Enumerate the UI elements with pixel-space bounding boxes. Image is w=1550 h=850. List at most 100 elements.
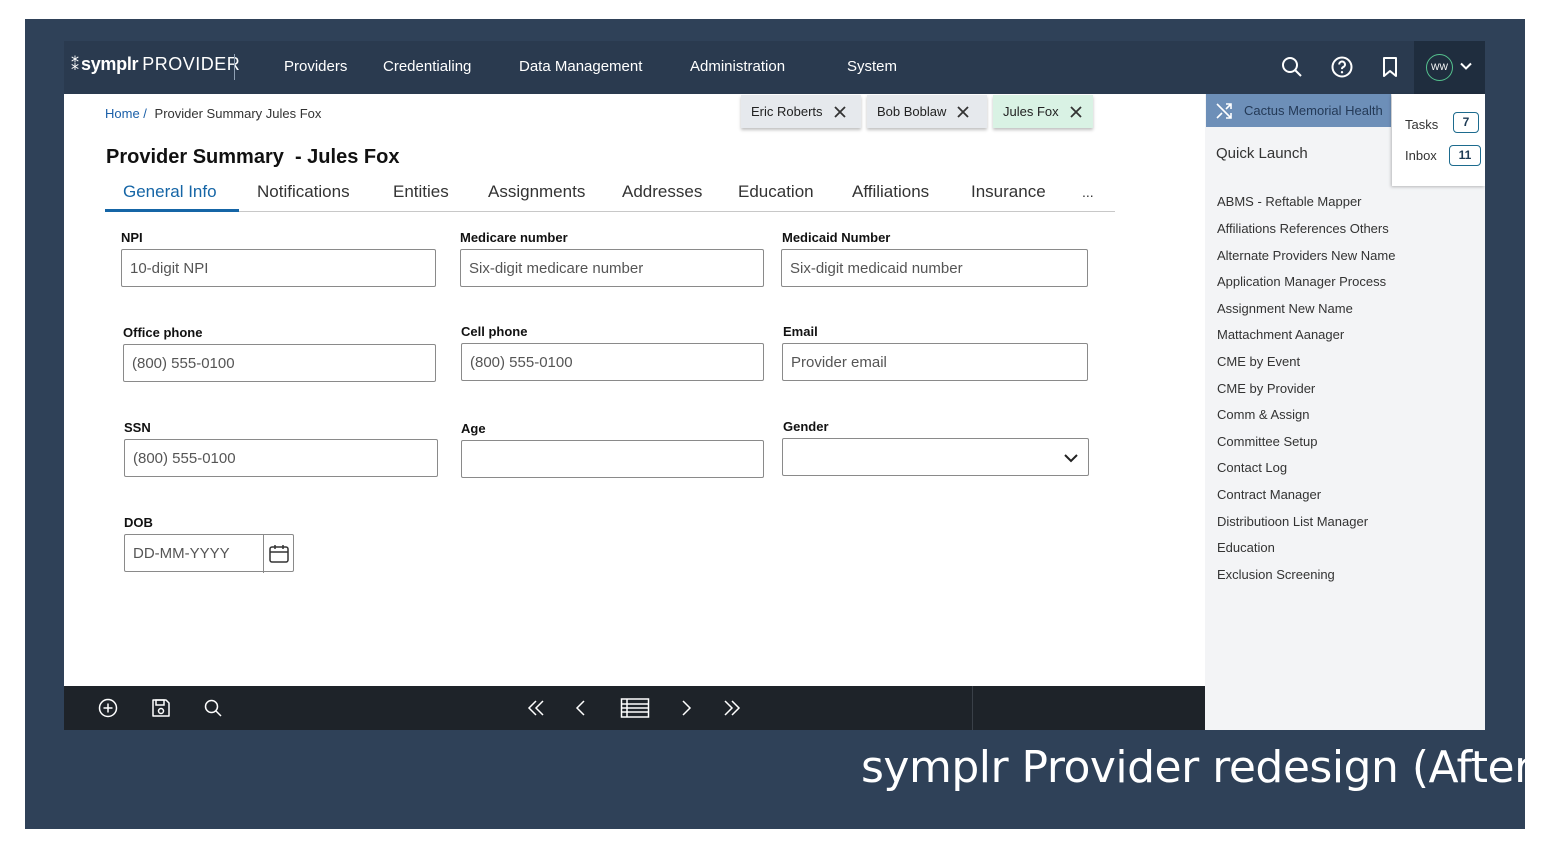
open-tab-label: Eric Roberts <box>751 104 823 119</box>
dob-placeholder: DD-MM-YYYY <box>133 544 230 562</box>
quick-launch-item[interactable]: Alternate Providers New Name <box>1217 248 1395 263</box>
calendar-icon <box>268 545 289 563</box>
quick-launch-item[interactable]: Contact Log <box>1217 460 1287 475</box>
add-icon[interactable] <box>97 697 119 719</box>
help-icon[interactable] <box>1330 55 1354 79</box>
nav-data-management[interactable]: Data Management <box>519 58 642 75</box>
organization-name: Cactus Memorial Health <box>1244 103 1383 118</box>
ssn-label: SSN <box>124 420 151 435</box>
close-icon[interactable] <box>833 105 847 119</box>
gender-label: Gender <box>783 419 829 434</box>
email-label: Email <box>783 324 818 339</box>
tab-notifications[interactable]: Notifications <box>257 182 350 202</box>
quick-launch-item[interactable]: Exclusion Screening <box>1217 567 1335 582</box>
tab-affiliations[interactable]: Affiliations <box>852 182 929 202</box>
dob-label: DOB <box>124 515 153 530</box>
quick-launch-item[interactable]: Committee Setup <box>1217 434 1317 449</box>
quick-launch-item[interactable]: Contract Manager <box>1217 487 1321 502</box>
tab-insurance[interactable]: Insurance <box>971 182 1046 202</box>
user-menu[interactable]: WW <box>1414 41 1485 94</box>
cell-phone-field[interactable]: (800) 555-0100 <box>461 343 764 381</box>
ssn-field[interactable]: (800) 555-0100 <box>124 439 438 477</box>
page-title: Provider Summary - Jules Fox <box>106 146 400 168</box>
last-page-icon[interactable] <box>721 697 743 719</box>
open-tab-label: Bob Boblaw <box>877 104 947 119</box>
quick-launch-item[interactable]: Comm & Assign <box>1217 407 1309 422</box>
breadcrumb-home-link[interactable]: Home / <box>105 106 147 121</box>
chevron-down-icon[interactable] <box>1459 59 1473 73</box>
avatar[interactable]: WW <box>1426 54 1453 81</box>
tab-entities[interactable]: Entities <box>393 182 449 202</box>
tab-general-info[interactable]: General Info <box>123 182 217 202</box>
chevron-down-icon[interactable] <box>1062 449 1080 467</box>
tab-addresses[interactable]: Addresses <box>622 182 702 202</box>
top-navigation-bar: ⁑ symplr PROVIDER Providers Credentialin… <box>64 41 1485 94</box>
quick-launch-item[interactable]: Distributioon List Manager <box>1217 514 1368 529</box>
office-phone-field[interactable]: (800) 555-0100 <box>123 344 436 382</box>
first-page-icon[interactable] <box>525 697 547 719</box>
close-icon[interactable] <box>1069 105 1083 119</box>
quick-launch-item[interactable]: ABMS - Reftable Mapper <box>1217 194 1362 209</box>
medicare-label: Medicare number <box>460 230 568 245</box>
logo-brand: symplr <box>81 54 139 74</box>
quick-launch-title: Quick Launch <box>1216 145 1308 162</box>
app-window: ⁑ symplr PROVIDER Providers Credentialin… <box>64 41 1485 730</box>
npi-label: NPI <box>121 230 143 245</box>
office-phone-label: Office phone <box>123 325 203 340</box>
nav-credentialing[interactable]: Credentialing <box>383 58 471 75</box>
tab-more[interactable]: ... <box>1082 184 1094 200</box>
medicare-number-field[interactable]: Six-digit medicare number <box>460 249 764 287</box>
close-icon[interactable] <box>956 105 970 119</box>
inbox-count-badge[interactable]: 11 <box>1449 145 1481 166</box>
main-content: Home / Provider Summary Jules Fox Eric R… <box>64 94 1205 686</box>
age-field[interactable] <box>461 440 764 478</box>
slide-caption: symplr Provider redesign (After) <box>861 742 1549 793</box>
provider-tabs: General Info Notifications Entities Assi… <box>105 176 1115 212</box>
list-view-icon[interactable] <box>620 697 650 719</box>
open-provider-tab-bob-boblaw[interactable]: Bob Boblaw <box>867 95 987 128</box>
logo-product: PROVIDER <box>142 54 241 74</box>
medicaid-label: Medicaid Number <box>782 230 891 245</box>
date-picker-button[interactable] <box>263 535 293 573</box>
bottom-toolbar <box>64 686 1205 730</box>
medicaid-number-field[interactable]: Six-digit medicaid number <box>781 249 1088 287</box>
nav-providers[interactable]: Providers <box>284 58 347 75</box>
tasks-link[interactable]: Tasks <box>1405 117 1438 132</box>
symplr-provider-logo[interactable]: ⁑ symplr PROVIDER <box>71 54 240 75</box>
nav-system[interactable]: System <box>847 58 897 75</box>
active-tab-indicator <box>105 209 239 212</box>
toolbar-divider <box>972 686 973 730</box>
npi-field[interactable]: 10-digit NPI <box>121 249 436 287</box>
quick-launch-item[interactable]: Education <box>1217 540 1275 555</box>
quick-launch-item[interactable]: CME by Event <box>1217 354 1300 369</box>
quick-launch-item[interactable]: Affiliations References Others <box>1217 221 1389 236</box>
search-icon[interactable] <box>202 697 224 719</box>
quick-launch-item[interactable]: Application Manager Process <box>1217 274 1386 289</box>
tasks-count-badge[interactable]: 7 <box>1453 112 1479 133</box>
open-tab-label: Jules Fox <box>1003 104 1059 119</box>
tab-education[interactable]: Education <box>738 182 814 202</box>
tab-assignments[interactable]: Assignments <box>488 182 585 202</box>
nav-administration[interactable]: Administration <box>690 58 785 75</box>
logo-divider <box>234 54 235 80</box>
organization-switcher[interactable]: Cactus Memorial Health <box>1206 94 1391 127</box>
age-label: Age <box>461 421 486 436</box>
previous-page-icon[interactable] <box>570 697 592 719</box>
bookmark-icon[interactable] <box>1378 55 1402 79</box>
breadcrumb: Home / Provider Summary Jules Fox <box>105 106 321 121</box>
email-field[interactable]: Provider email <box>782 343 1088 381</box>
quick-launch-item[interactable]: Mattachment Aanager <box>1217 327 1344 342</box>
open-provider-tab-eric-roberts[interactable]: Eric Roberts <box>741 95 861 128</box>
open-provider-tab-jules-fox[interactable]: Jules Fox <box>993 95 1093 128</box>
inbox-link[interactable]: Inbox <box>1405 148 1437 163</box>
save-icon[interactable] <box>150 697 172 719</box>
breadcrumb-current: Provider Summary Jules Fox <box>154 106 322 121</box>
quick-launch-item[interactable]: Assignment New Name <box>1217 301 1353 316</box>
switch-icon <box>1216 102 1232 119</box>
dob-field[interactable]: DD-MM-YYYY <box>124 534 294 573</box>
search-icon[interactable] <box>1280 55 1304 79</box>
gender-select[interactable] <box>782 438 1089 476</box>
quick-launch-item[interactable]: CME by Provider <box>1217 381 1315 396</box>
logo-burst-icon: ⁑ <box>71 56 79 74</box>
next-page-icon[interactable] <box>675 697 697 719</box>
